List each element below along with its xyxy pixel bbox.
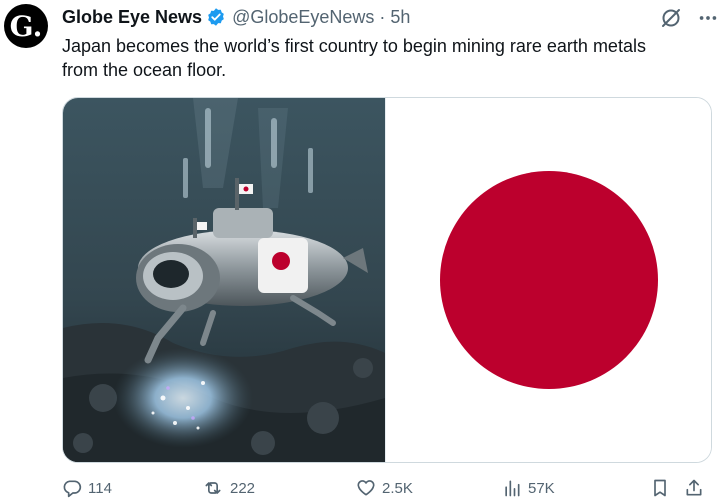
views-button[interactable]: 57K xyxy=(502,478,555,498)
avatar[interactable]: G. xyxy=(4,4,48,48)
account-handle[interactable]: @GlobeEyeNews xyxy=(232,7,374,28)
views-count: 57K xyxy=(528,479,555,497)
heart-icon xyxy=(356,478,376,498)
grok-icon[interactable] xyxy=(659,6,683,35)
separator-dot: · xyxy=(379,6,386,27)
like-count: 2.5K xyxy=(382,479,413,497)
repost-button[interactable]: 222 xyxy=(202,478,255,498)
share-button[interactable] xyxy=(684,478,704,498)
tweet-text: Japan becomes the world’s first country … xyxy=(62,36,646,80)
share-icon xyxy=(684,478,704,498)
views-icon xyxy=(502,478,522,498)
verified-badge-icon xyxy=(206,7,226,27)
bookmark-button[interactable] xyxy=(650,478,670,498)
bookmark-icon xyxy=(650,478,670,498)
tweet-header: Globe Eye News @GlobeEyeNews · 5h xyxy=(62,6,410,28)
submarine-photo[interactable] xyxy=(63,98,385,462)
like-button[interactable]: 2.5K xyxy=(356,478,413,498)
more-options-icon[interactable] xyxy=(697,7,719,34)
repost-count: 222 xyxy=(230,479,256,497)
reply-button[interactable]: 114 xyxy=(62,478,112,498)
media-grid xyxy=(62,97,712,463)
tweet-top-actions xyxy=(659,6,719,35)
reply-icon xyxy=(62,478,82,498)
tweet-actions: 114 222 2.5K 57K xyxy=(62,478,722,502)
japan-flag-photo[interactable] xyxy=(385,98,711,462)
reply-count: 114 xyxy=(88,479,112,497)
repost-icon xyxy=(202,478,224,498)
timestamp[interactable]: 5h xyxy=(390,7,410,28)
account-name[interactable]: Globe Eye News xyxy=(62,7,202,28)
